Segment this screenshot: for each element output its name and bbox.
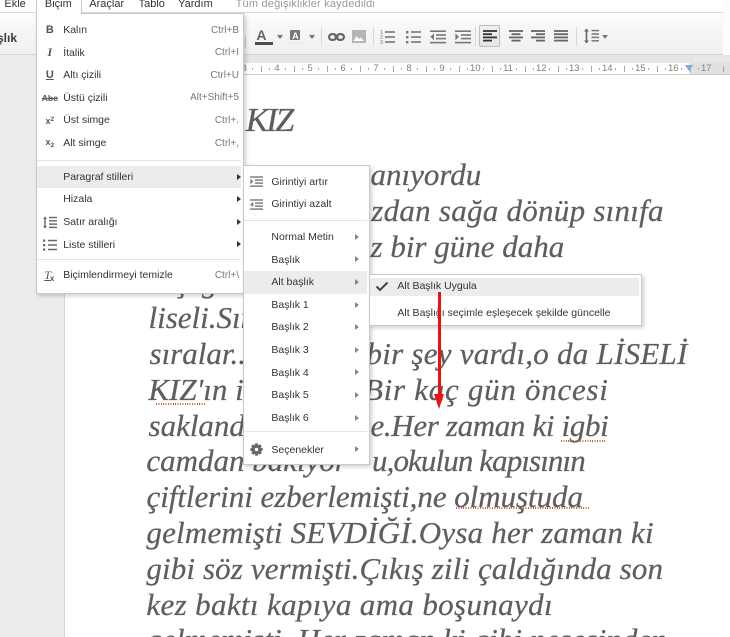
- svg-text:3: 3: [380, 40, 383, 44]
